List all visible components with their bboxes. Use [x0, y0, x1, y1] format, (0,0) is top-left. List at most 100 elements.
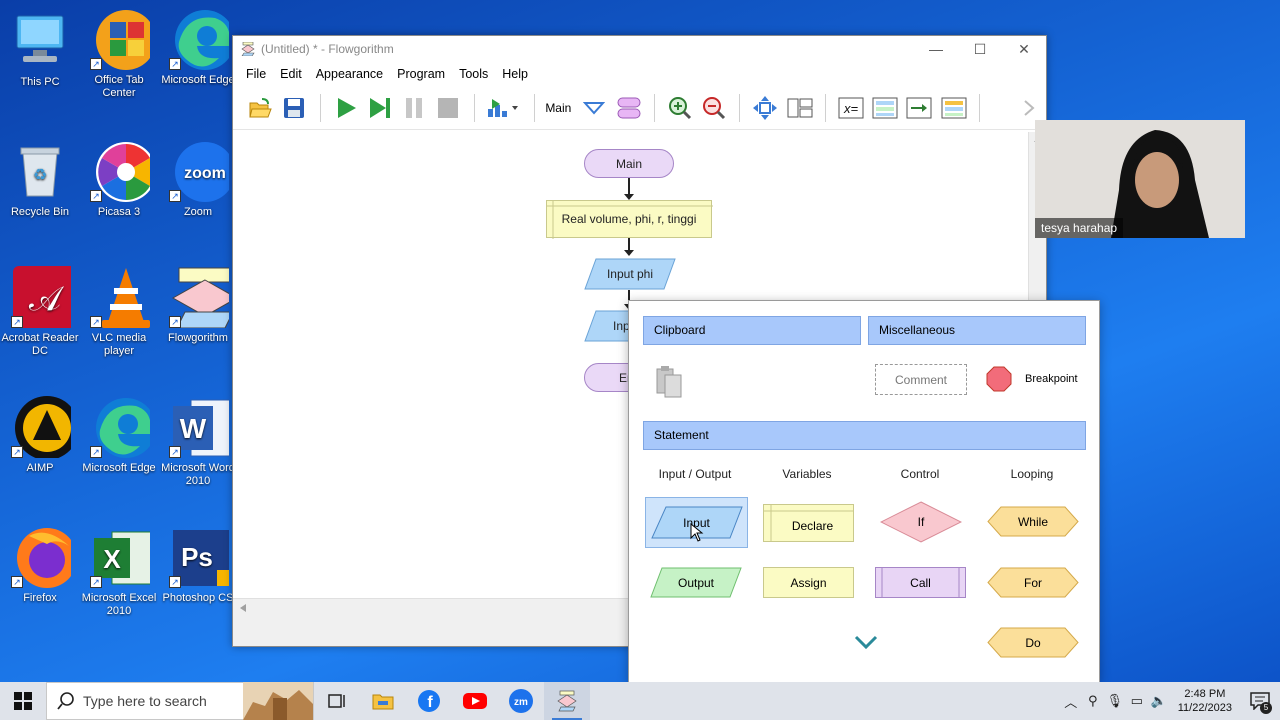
function-manager-button[interactable] [616, 93, 642, 123]
desktop-icon-recycle-bin[interactable]: ♻ Recycle Bin [1, 140, 79, 219]
desktop-icon-aimp[interactable]: ↗ AIMP [1, 396, 79, 475]
menu-bar: File Edit Appearance Program Tools Help [233, 62, 1046, 86]
pause-icon [406, 97, 423, 118]
save-icon [284, 97, 305, 118]
volume-icon[interactable]: 🔈 [1148, 693, 1170, 709]
desktop-icon-word[interactable]: W ↗ Microsoft Word 2010 [159, 396, 237, 488]
mouse-cursor-icon [690, 523, 704, 542]
desktop-icon-this-pc[interactable]: This PC [1, 10, 79, 89]
desktop-icon-picasa[interactable]: ↗ Picasa 3 [80, 140, 158, 219]
source-viewer-button[interactable] [906, 93, 932, 123]
output-shape-button[interactable]: Output [650, 567, 742, 598]
desktop-icon-zoom[interactable]: zoom ↗ Zoom [159, 140, 237, 219]
menu-help[interactable]: Help [495, 67, 535, 81]
chart-view-button[interactable] [786, 93, 813, 123]
function-dropdown-button[interactable] [581, 93, 607, 123]
desktop-icon-acrobat[interactable]: 𝒜 ↗ Acrobat Reader DC [1, 266, 79, 358]
meet-now-icon[interactable]: ⚲ [1082, 693, 1104, 709]
input-phi-node[interactable]: Input phi [584, 258, 676, 290]
maximize-button[interactable]: ☐ [958, 36, 1002, 62]
desktop-icon-firefox[interactable]: ↗ Firefox [1, 526, 79, 605]
taskbar-search[interactable]: Type here to search [46, 682, 314, 720]
variable-watch-button[interactable]: x= [838, 93, 864, 123]
for-shape-button[interactable]: For [987, 567, 1079, 598]
assign-shape-button[interactable]: Assign [763, 567, 854, 598]
function-manager-icon [617, 97, 641, 118]
desktop-icon-edge-2[interactable]: ↗ Microsoft Edge [80, 396, 158, 475]
desktop-icon-edge-1[interactable]: ↗ Microsoft Edge [159, 8, 237, 87]
step-button[interactable] [367, 93, 393, 123]
taskbar-file-explorer[interactable] [360, 682, 406, 720]
console-icon [872, 97, 898, 118]
layout-button[interactable] [752, 93, 778, 123]
taskbar-youtube[interactable] [452, 682, 498, 720]
if-shape-button[interactable]: If [880, 501, 962, 543]
zoom-out-button[interactable] [701, 93, 727, 123]
while-shape-button[interactable]: While [987, 506, 1079, 537]
stop-button[interactable] [435, 93, 461, 123]
taskbar-facebook[interactable]: f [406, 682, 452, 720]
shortcut-arrow-icon: ↗ [169, 58, 181, 70]
print-button[interactable] [940, 93, 967, 123]
menu-program[interactable]: Program [390, 67, 452, 81]
battery-icon[interactable]: ▭ [1126, 693, 1148, 709]
comment-button[interactable]: Comment [875, 364, 967, 395]
title-bar[interactable]: (Untitled) * - Flowgorithm — ☐ ✕ [233, 36, 1046, 62]
chevron-right-icon [1024, 99, 1035, 116]
menu-file[interactable]: File [239, 67, 273, 81]
desktop-icon-office-tab[interactable]: ↗ Office Tab Center [80, 8, 158, 100]
desktop-icon-vlc[interactable]: ↗ VLC media player [80, 266, 158, 358]
desktop-icon-excel[interactable]: X ↗ Microsoft Excel 2010 [80, 526, 158, 618]
desktop-icon-photoshop[interactable]: Ps ↗ Photoshop CS [159, 526, 237, 605]
breakpoint-button[interactable] [986, 366, 1012, 392]
taskbar-flowgorithm[interactable] [544, 682, 590, 720]
declare-label: Declare [791, 519, 834, 533]
chart-view-icon [787, 98, 813, 117]
output-label: Output [677, 575, 715, 590]
start-button[interactable] [0, 682, 46, 720]
svg-text:X: X [103, 544, 121, 574]
word-icon: W ↗ [167, 396, 236, 458]
minimize-button[interactable]: — [914, 36, 958, 62]
more-shapes-button[interactable] [853, 631, 879, 653]
desktop-icon-label: Zoom [183, 206, 213, 218]
shortcut-arrow-icon: ↗ [169, 576, 181, 588]
run-icon [337, 97, 356, 118]
close-button[interactable]: ✕ [1002, 36, 1046, 62]
shortcut-arrow-icon: ↗ [90, 190, 102, 202]
do-shape-button[interactable]: Do [987, 627, 1079, 658]
node-label: Main [615, 156, 642, 171]
zoom-in-icon [668, 96, 691, 119]
console-button[interactable] [872, 93, 898, 123]
run-speed-button[interactable] [486, 93, 522, 123]
zoom-in-button[interactable] [667, 93, 693, 123]
system-tray: ︿ ⚲ 🎙 ▭ 🔈 2:48 PM 11/22/2023 5 [1060, 682, 1280, 720]
notification-button[interactable]: 5 [1240, 682, 1280, 720]
desktop-icon-label: Microsoft Excel 2010 [81, 592, 157, 617]
declare-shape-button[interactable]: Declare [763, 504, 854, 542]
paste-button[interactable] [653, 363, 689, 399]
desktop-icon-flowgorithm[interactable]: ↗ Flowgorithm [159, 266, 239, 345]
pause-button[interactable] [401, 93, 427, 123]
microphone-icon[interactable]: 🎙 [1104, 693, 1126, 709]
acrobat-icon: 𝒜 ↗ [9, 266, 79, 330]
save-button[interactable] [281, 93, 307, 123]
stop-icon [438, 97, 459, 118]
run-button[interactable] [332, 93, 358, 123]
zoom-icon: zm [509, 689, 533, 713]
declare-node[interactable]: Real volume, phi, r, tinggi [546, 200, 713, 239]
flowgorithm-icon: ↗ [167, 266, 239, 329]
menu-edit[interactable]: Edit [273, 67, 309, 81]
taskbar-zoom[interactable]: zm [498, 682, 544, 720]
function-select-label[interactable]: Main [545, 101, 571, 115]
menu-appearance[interactable]: Appearance [309, 67, 390, 81]
show-hidden-icons-icon[interactable]: ︿ [1060, 692, 1082, 711]
toolbar-overflow-button[interactable] [1016, 93, 1042, 123]
taskbar-clock[interactable]: 2:48 PM 11/22/2023 [1170, 687, 1240, 715]
call-shape-button[interactable]: Call [875, 567, 966, 598]
task-view-button[interactable] [314, 682, 360, 720]
youtube-icon [463, 693, 487, 709]
open-button[interactable] [247, 93, 273, 123]
main-start-node[interactable]: Main [584, 149, 674, 178]
menu-tools[interactable]: Tools [452, 67, 495, 81]
